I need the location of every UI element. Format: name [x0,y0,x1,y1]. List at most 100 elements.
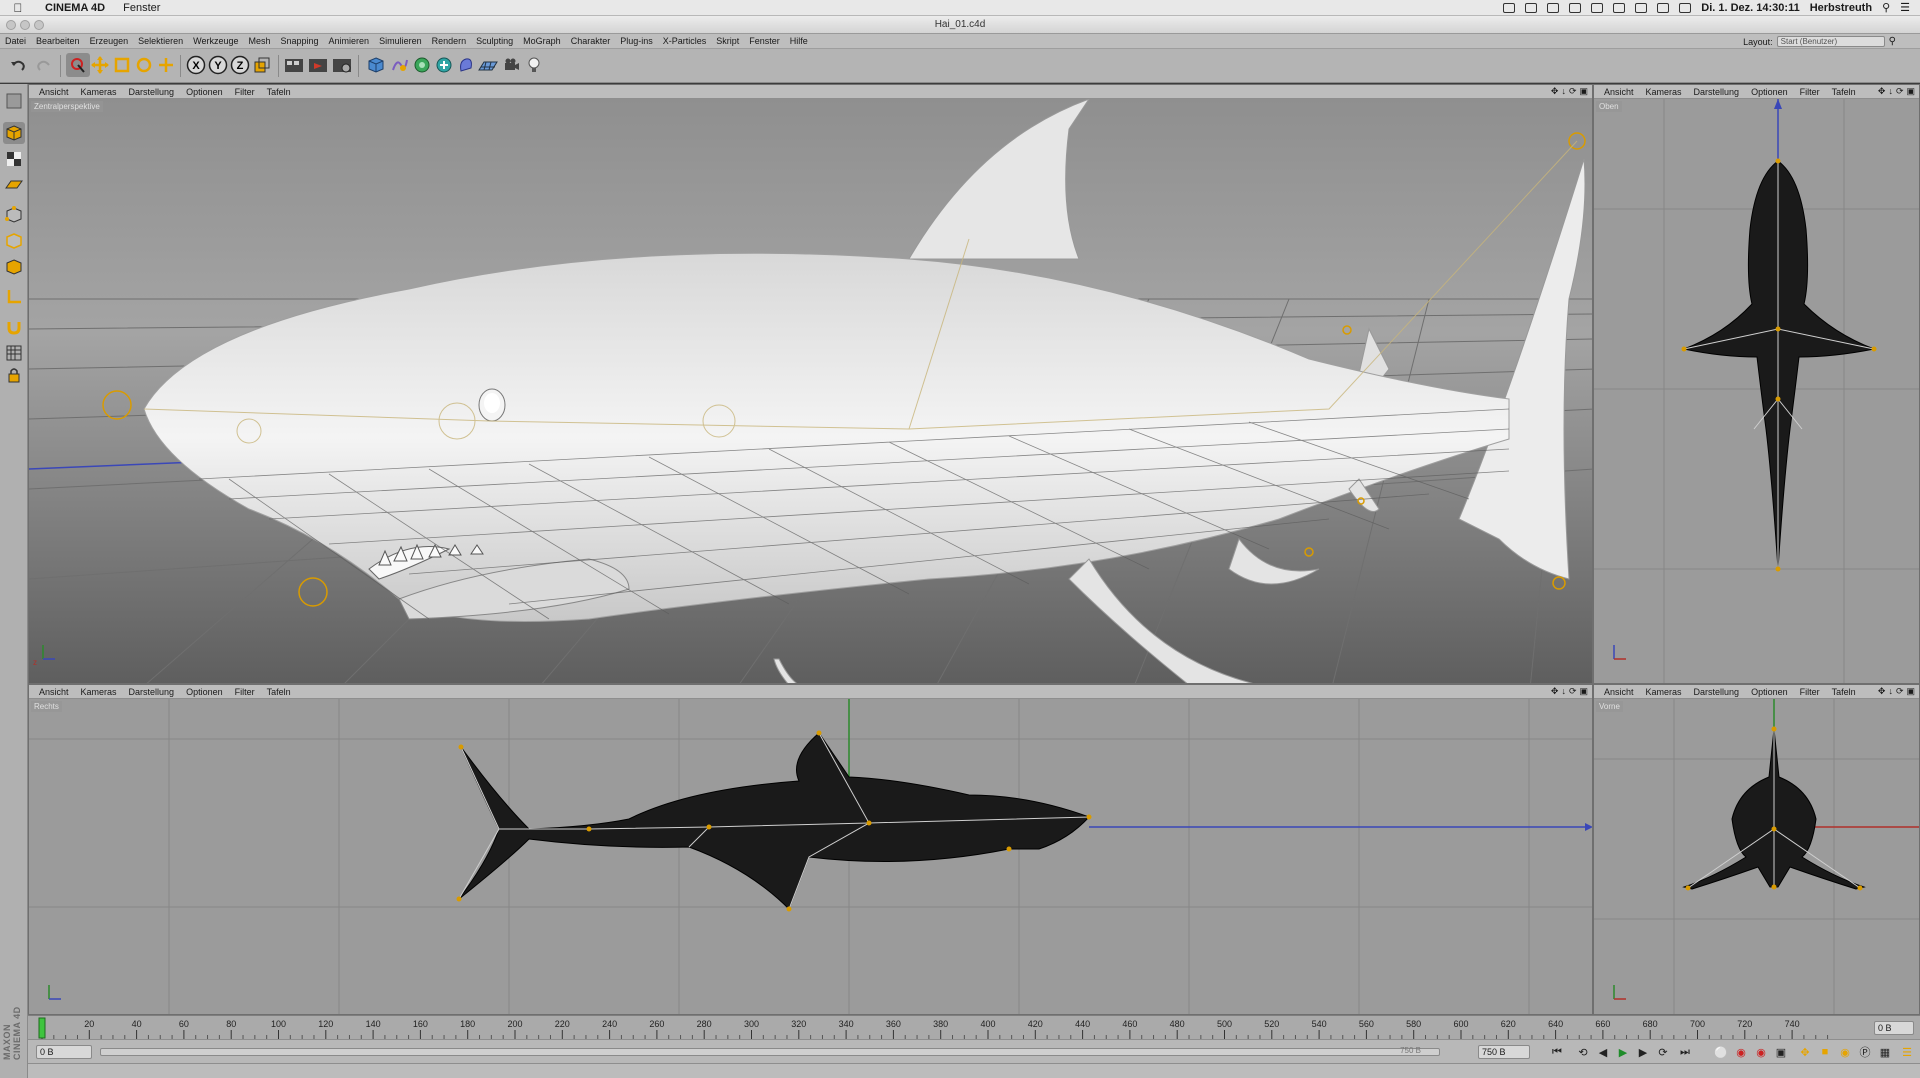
z-axis-lock-icon[interactable]: Z [228,53,252,77]
x-axis-lock-icon[interactable]: X [184,53,208,77]
battery-icon[interactable] [1657,2,1670,13]
timemachine-icon[interactable] [1613,2,1626,13]
zoom-view-icon[interactable]: ↓ [1888,686,1893,697]
menu-charakter[interactable]: Charakter [566,36,616,46]
wifi-icon[interactable] [1679,2,1692,13]
rotate-view-icon[interactable]: ⟳ [1896,686,1904,697]
coordinate-system-icon[interactable] [250,53,274,77]
scheme-menu-icon[interactable]: ☰ [1898,1043,1916,1061]
menu-werkzeuge[interactable]: Werkzeuge [188,36,243,46]
render-view-icon[interactable] [282,53,306,77]
deformer-icon[interactable] [454,53,478,77]
rotate-view-icon[interactable]: ⟳ [1569,686,1577,697]
vp-top-menu-optionen[interactable]: Optionen [1745,87,1794,97]
menu-fenster[interactable]: Fenster [744,36,785,46]
current-frame-field[interactable]: 0 B [1874,1021,1914,1035]
end-frame-field[interactable]: 750 B [1478,1045,1530,1059]
pla-key-icon[interactable]: ▦ [1876,1043,1894,1061]
autokey-icon[interactable]: ◉ [1752,1043,1770,1061]
menu-x-particles[interactable]: X-Particles [658,36,712,46]
menu-snapping[interactable]: Snapping [276,36,324,46]
menu-skript[interactable]: Skript [711,36,744,46]
zoom-view-icon[interactable]: ↓ [1888,86,1893,97]
edges-mode-icon[interactable] [3,230,25,252]
vp-top-menu-ansicht[interactable]: Ansicht [1598,87,1640,97]
rotate-view-icon[interactable]: ⟳ [1569,86,1577,97]
menu-selektieren[interactable]: Selektieren [133,36,188,46]
timeline-ruler[interactable]: 0204060801001201401601802002202402602803… [28,1015,1920,1040]
maximize-view-icon[interactable]: ▣ [1906,686,1915,697]
model-mode-icon[interactable] [3,122,25,144]
vp-right-menu-optionen[interactable]: Optionen [180,687,229,697]
menu-erzeugen[interactable]: Erzeugen [85,36,134,46]
play-forward-icon[interactable]: ▶ [1614,1043,1632,1061]
vp-top-menu-filter[interactable]: Filter [1794,87,1826,97]
vp-front-menu-optionen[interactable]: Optionen [1745,687,1794,697]
creative-cloud-icon[interactable] [1547,2,1560,13]
menu-mesh[interactable]: Mesh [243,36,275,46]
make-editable-icon[interactable] [3,90,25,112]
light-icon[interactable] [522,53,546,77]
notification-center-icon[interactable]: ☰ [1900,1,1910,14]
mograph-cloner-icon[interactable] [432,53,456,77]
move-view-icon[interactable]: ✥ [1551,686,1559,697]
macos-app-name[interactable]: CINEMA 4D [36,2,114,14]
record-motion-icon[interactable]: ⚪ [1712,1043,1730,1061]
rotate-tool-icon[interactable] [132,53,156,77]
vp-right-menu-tafeln[interactable]: Tafeln [261,687,297,697]
polygons-mode-icon[interactable] [3,256,25,278]
spotlight-icon[interactable]: ⚲ [1882,1,1890,14]
bluetooth-icon[interactable] [1591,2,1604,13]
scale-key-icon[interactable]: ■ [1816,1043,1834,1061]
viewport-top[interactable]: Ansicht Kameras Darstellung Optionen Fil… [1593,84,1920,684]
move-tool-icon[interactable] [88,53,112,77]
move-view-icon[interactable]: ✥ [1551,86,1559,97]
position-key-icon[interactable]: ✥ [1796,1043,1814,1061]
vp-front-menu-darstellung[interactable]: Darstellung [1688,687,1746,697]
record-active-icon[interactable]: ◉ [1732,1043,1750,1061]
snapping-magnet-icon[interactable] [3,316,25,338]
airplay-icon[interactable] [1569,2,1582,13]
floor-environment-icon[interactable] [476,53,500,77]
points-mode-icon[interactable] [3,204,25,226]
vp-right-menu-kameras[interactable]: Kameras [75,687,123,697]
rotation-key-icon[interactable]: ◉ [1836,1043,1854,1061]
apple-icon[interactable]:  [0,1,36,15]
cube-primitive-icon[interactable] [364,53,388,77]
menu-rendern[interactable]: Rendern [427,36,472,46]
axis-mode-icon[interactable] [3,286,25,308]
vp-persp-menu-tafeln[interactable]: Tafeln [261,87,297,97]
go-to-end-icon[interactable]: ⏭ [1676,1043,1694,1061]
vp-persp-menu-ansicht[interactable]: Ansicht [33,87,75,97]
menu-hilfe[interactable]: Hilfe [785,36,813,46]
menu-bearbeiten[interactable]: Bearbeiten [31,36,85,46]
texture-mode-icon[interactable] [3,148,25,170]
preview-range-slider[interactable]: 750 B [100,1046,1440,1056]
vp-right-menu-darstellung[interactable]: Darstellung [123,687,181,697]
next-key-icon[interactable]: ⟳ [1654,1043,1672,1061]
menubar-user[interactable]: Herbstreuth [1810,2,1872,14]
macos-menu-fenster[interactable]: Fenster [114,2,169,14]
keyframe-selection-icon[interactable]: ▣ [1772,1043,1790,1061]
go-to-start-icon[interactable]: ⏮ [1548,1043,1566,1061]
render-settings-icon[interactable] [330,53,354,77]
vp-right-menu-ansicht[interactable]: Ansicht [33,687,75,697]
workplane-grid-icon[interactable] [3,342,25,364]
viewport-front[interactable]: Ansicht Kameras Darstellung Optionen Fil… [1593,684,1920,1015]
generator-icon[interactable] [410,53,434,77]
maximize-view-icon[interactable]: ▣ [1579,86,1588,97]
render-picture-viewer-icon[interactable] [306,53,330,77]
previous-key-icon[interactable]: ⟲ [1574,1043,1592,1061]
vp-persp-menu-kameras[interactable]: Kameras [75,87,123,97]
playhead[interactable] [38,1017,46,1039]
workplane-mode-icon[interactable] [3,174,25,196]
next-frame-icon[interactable]: ▶ [1634,1043,1652,1061]
zoom-window-button[interactable] [34,20,44,30]
undo-icon[interactable] [6,53,30,77]
parameter-key-icon[interactable]: Ⓟ [1856,1043,1874,1061]
move-view-icon[interactable]: ✥ [1878,86,1886,97]
display-icon[interactable] [1503,2,1516,13]
recent-tool-icon[interactable] [154,53,178,77]
menubar-clock[interactable]: Di. 1. Dez. 14:30:11 [1701,2,1799,14]
vp-persp-menu-optionen[interactable]: Optionen [180,87,229,97]
